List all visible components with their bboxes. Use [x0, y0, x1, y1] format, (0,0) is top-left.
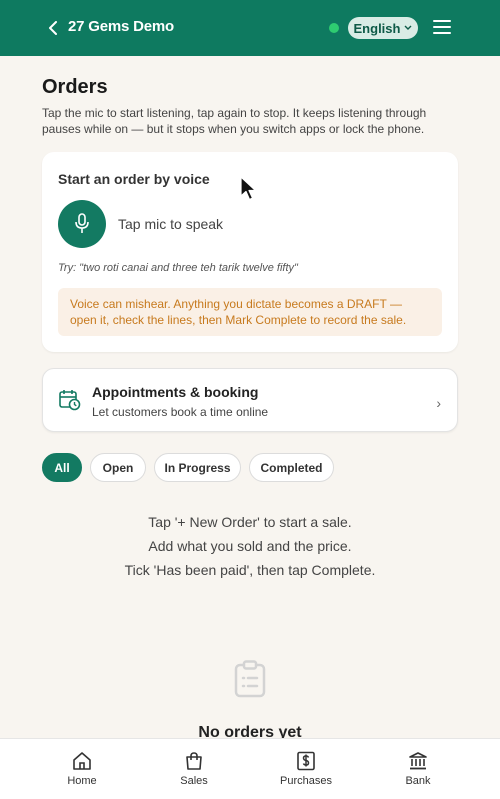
home-icon	[73, 752, 91, 770]
language-selector[interactable]: English	[348, 17, 418, 39]
nav-purchases[interactable]: Purchases	[266, 739, 346, 799]
microphone-icon	[75, 213, 89, 233]
menu-icon-bar	[433, 32, 451, 34]
filter-all[interactable]: All	[42, 453, 82, 482]
clipboard-icon	[234, 660, 266, 698]
appointments-subtitle: Let customers book a time online	[92, 405, 269, 419]
help-line: Tick 'Has been paid', then tap Complete.	[124, 562, 376, 578]
filter-open[interactable]: Open	[90, 453, 146, 482]
filter-completed[interactable]: Completed	[249, 453, 334, 482]
menu-icon-bar	[433, 20, 451, 22]
top-app-bar: 27 Gems Demo English	[0, 0, 500, 56]
bank-icon	[409, 752, 427, 770]
voice-example: Try: "two roti canai and three teh tarik…	[58, 262, 298, 274]
nav-purchases-label: Purchases	[280, 775, 332, 787]
page-description: Tap the mic to start listening, tap agai…	[42, 106, 427, 136]
nav-home-label: Home	[67, 775, 97, 787]
mic-hint: Tap mic to speak	[118, 216, 224, 232]
help-line: Add what you sold and the price.	[148, 538, 352, 554]
nav-bank-label: Bank	[405, 775, 431, 787]
hamburger-menu-button[interactable]	[433, 20, 451, 36]
connection-status-dot	[329, 23, 339, 33]
empty-state-help: Tap '+ New Order' to start a sale. Add w…	[0, 510, 500, 582]
receipt-dollar-icon	[297, 751, 315, 771]
voice-card-heading: Start an order by voice	[58, 171, 210, 187]
calendar-clock-icon	[59, 390, 81, 411]
nav-bank[interactable]: Bank	[378, 739, 458, 799]
appointments-title: Appointments & booking	[92, 384, 259, 400]
mouse-cursor-icon	[240, 176, 257, 201]
shopping-bag-icon	[186, 752, 202, 770]
chevron-right-icon: ›	[436, 395, 441, 411]
chevron-left-icon	[49, 21, 57, 35]
bottom-navigation: Home Sales Purchases Bank	[0, 738, 500, 799]
appointments-booking-card[interactable]: Appointments & booking Let customers boo…	[42, 368, 458, 432]
nav-sales-label: Sales	[180, 775, 208, 787]
language-label: English	[353, 20, 401, 36]
mic-button[interactable]	[58, 200, 106, 248]
voice-warning-banner: Voice can mishear. Anything you dictate …	[58, 288, 442, 336]
menu-icon-bar	[433, 26, 451, 28]
nav-sales[interactable]: Sales	[154, 739, 234, 799]
app-title: 27 Gems Demo	[68, 18, 174, 35]
chevron-down-icon	[404, 25, 412, 30]
help-line: Tap '+ New Order' to start a sale.	[148, 514, 352, 530]
back-button[interactable]	[44, 18, 62, 38]
filter-in-progress[interactable]: In Progress	[154, 453, 241, 482]
order-filter-chips: All Open In Progress Completed	[0, 453, 500, 483]
page-title: Orders	[42, 76, 108, 98]
nav-home[interactable]: Home	[42, 739, 122, 799]
